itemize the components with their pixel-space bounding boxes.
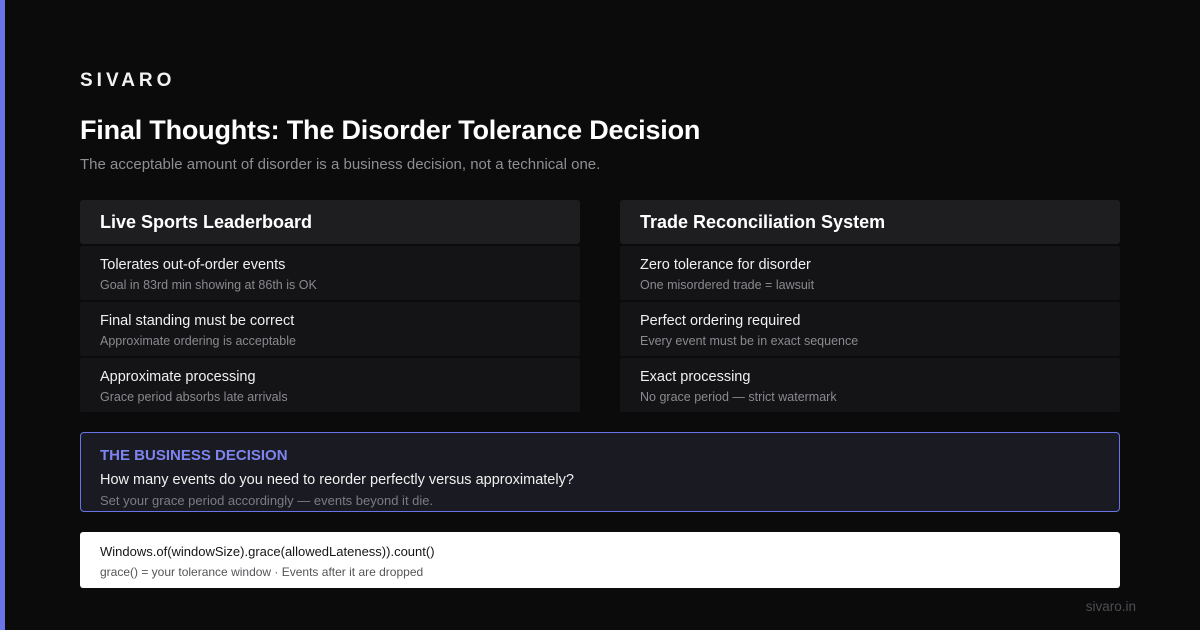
- list-item-detail: One misordered trade = lawsuit: [640, 278, 815, 292]
- callout-label: THE BUSINESS DECISION: [100, 447, 288, 464]
- list-item: Exact processing No grace period — stric…: [620, 358, 1120, 412]
- list-item-title: Exact processing: [640, 369, 751, 385]
- right-column: Trade Reconciliation System Zero toleran…: [620, 200, 1120, 412]
- list-item: Perfect ordering required Every event mu…: [620, 302, 1120, 356]
- list-item-detail: Every event must be in exact sequence: [640, 334, 859, 348]
- list-item-title: Tolerates out-of-order events: [100, 257, 286, 273]
- list-item-detail: No grace period — strict watermark: [640, 390, 837, 404]
- list-item-detail: Goal in 83rd min showing at 86th is OK: [100, 278, 317, 292]
- page-title: Final Thoughts: The Disorder Tolerance D…: [80, 115, 701, 145]
- code-hint: grace() = your tolerance window · Events…: [100, 565, 424, 579]
- list-item-title: Approximate processing: [100, 369, 256, 385]
- page-subtitle: The acceptable amount of disorder is a b…: [80, 156, 601, 173]
- list-item-detail: Approximate ordering is acceptable: [100, 334, 296, 348]
- left-column: Live Sports Leaderboard Tolerates out-of…: [80, 200, 580, 412]
- callout-note: Set your grace period accordingly — even…: [100, 493, 434, 508]
- list-item: Tolerates out-of-order events Goal in 83…: [80, 246, 580, 300]
- list-item-title: Perfect ordering required: [640, 313, 801, 329]
- list-item: Final standing must be correct Approxima…: [80, 302, 580, 356]
- list-item-title: Zero tolerance for disorder: [640, 257, 811, 273]
- accent-bar: [0, 0, 5, 630]
- callout-question: How many events do you need to reorder p…: [100, 472, 574, 488]
- list-item: Zero tolerance for disorder One misorder…: [620, 246, 1120, 300]
- list-item: Approximate processing Grace period abso…: [80, 358, 580, 412]
- code-snippet: Windows.of(windowSize).grace(allowedLate…: [80, 532, 1120, 588]
- brand-logo: SIVARO: [80, 70, 176, 91]
- left-column-heading: Live Sports Leaderboard: [80, 200, 580, 244]
- business-decision-callout: THE BUSINESS DECISION How many events do…: [80, 432, 1120, 512]
- code-line: Windows.of(windowSize).grace(allowedLate…: [100, 544, 435, 559]
- footer-url: sivaro.in: [1085, 599, 1136, 614]
- list-item-title: Final standing must be correct: [100, 313, 295, 329]
- list-item-detail: Grace period absorbs late arrivals: [100, 390, 288, 404]
- right-column-heading: Trade Reconciliation System: [620, 200, 1120, 244]
